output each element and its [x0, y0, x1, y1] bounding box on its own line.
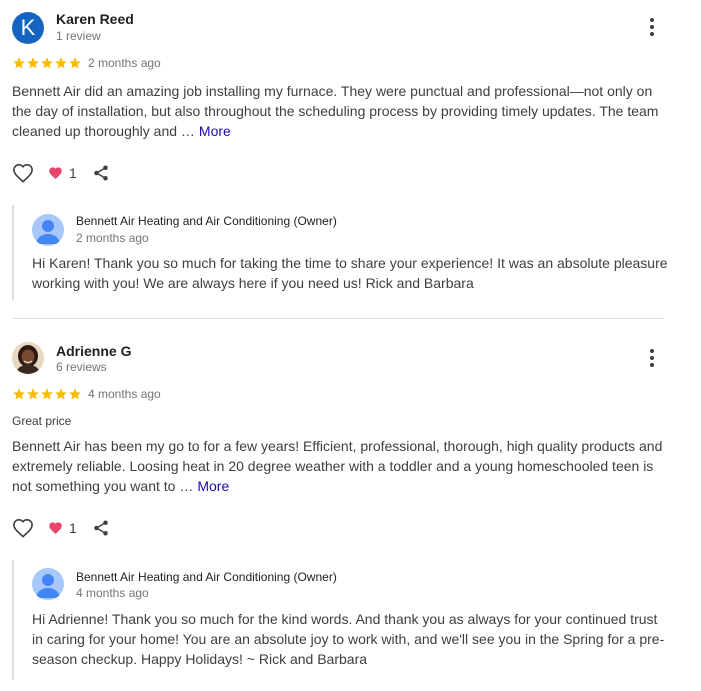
review-attribute: Great price — [12, 414, 72, 428]
avatar[interactable]: K — [12, 12, 44, 44]
reply-time: 2 months ago — [76, 231, 149, 245]
more-link[interactable]: More — [197, 478, 229, 494]
review-count: 1 review — [56, 29, 101, 43]
star-icon — [13, 57, 25, 69]
person-icon — [36, 574, 60, 598]
like-count: 1 — [69, 165, 77, 181]
review-count: 6 reviews — [56, 360, 107, 374]
review-card: K Karen Reed 1 review 2 months ago Benne… — [0, 0, 701, 318]
reviewer-name[interactable]: Karen Reed — [56, 11, 134, 27]
share-icon[interactable] — [92, 519, 110, 537]
heart-reaction-icon[interactable] — [48, 166, 63, 180]
owner-reply: Bennett Air Heating and Air Conditioning… — [12, 560, 674, 680]
owner-name: Bennett Air Heating and Air Conditioning… — [76, 570, 337, 584]
reviewer-name[interactable]: Adrienne G — [56, 343, 131, 359]
star-icon — [55, 388, 67, 400]
star-icon — [55, 57, 67, 69]
review-time: 2 months ago — [88, 56, 161, 70]
person-icon — [36, 220, 60, 244]
more-options-icon[interactable] — [642, 347, 662, 371]
star-icon — [41, 388, 53, 400]
star-icon — [69, 388, 81, 400]
owner-avatar — [32, 214, 64, 246]
share-icon[interactable] — [92, 164, 110, 182]
like-icon[interactable] — [12, 163, 34, 183]
more-options-icon[interactable] — [642, 16, 662, 40]
owner-avatar — [32, 568, 64, 600]
review-text-content: Bennett Air did an amazing job installin… — [12, 83, 659, 139]
like-count: 1 — [69, 520, 77, 536]
avatar[interactable] — [12, 342, 44, 374]
star-rating — [12, 56, 82, 70]
reply-text: Hi Adrienne! Thank you so much for the k… — [32, 611, 665, 667]
review-text: Bennett Air has been my go to for a few … — [12, 436, 672, 496]
star-icon — [27, 388, 39, 400]
owner-name: Bennett Air Heating and Air Conditioning… — [76, 214, 337, 228]
divider — [12, 318, 664, 319]
reply-time: 4 months ago — [76, 586, 149, 600]
profile-photo — [12, 342, 44, 374]
review-actions: 1 — [12, 517, 212, 541]
more-link[interactable]: More — [199, 123, 231, 139]
star-icon — [13, 388, 25, 400]
star-icon — [27, 57, 39, 69]
review-actions: 1 — [12, 162, 212, 186]
reply-text: Hi Karen! Thank you so much for taking t… — [32, 255, 668, 291]
star-rating — [12, 387, 82, 401]
like-icon[interactable] — [12, 518, 34, 538]
owner-reply: Bennett Air Heating and Air Conditioning… — [12, 205, 674, 300]
review-text: Bennett Air did an amazing job installin… — [12, 81, 672, 141]
star-icon — [69, 57, 81, 69]
review-time: 4 months ago — [88, 387, 161, 401]
star-icon — [41, 57, 53, 69]
heart-reaction-icon[interactable] — [48, 521, 63, 535]
review-card: Adrienne G 6 reviews 4 months ago Great … — [0, 330, 701, 691]
review-text-content: Bennett Air has been my go to for a few … — [12, 438, 663, 494]
